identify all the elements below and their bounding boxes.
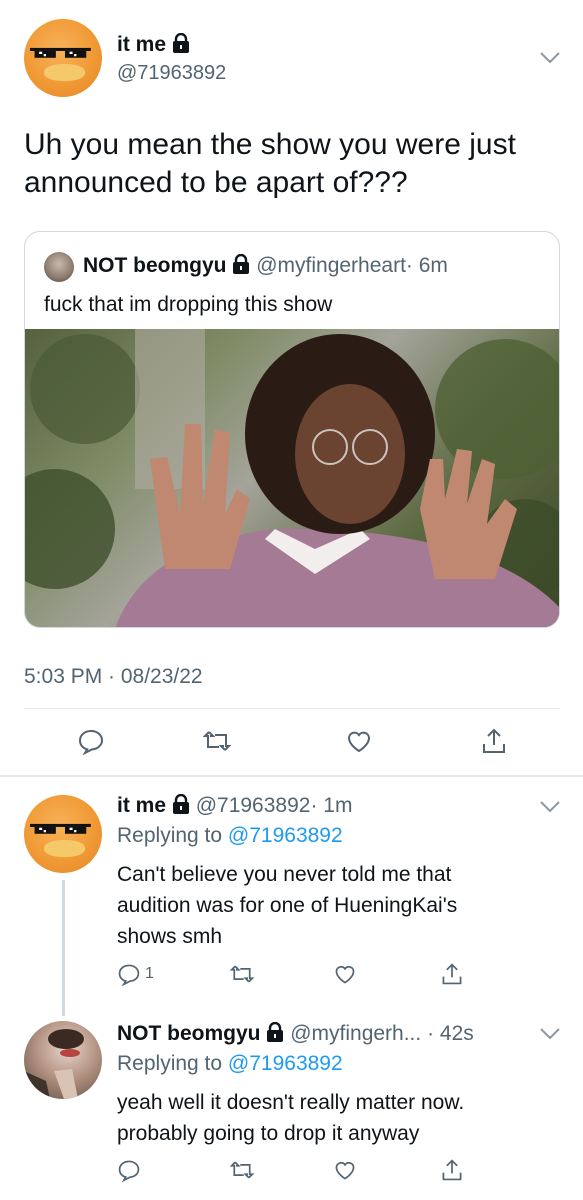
- chevron-down-icon[interactable]: [540, 801, 560, 813]
- like-button[interactable]: [333, 1158, 357, 1182]
- pixel-sunglasses-icon: [30, 823, 92, 834]
- thread-line: [62, 880, 65, 1016]
- reply-handle[interactable]: @myfingerh...: [290, 1022, 421, 1045]
- share-button[interactable]: [440, 1158, 464, 1182]
- avatar[interactable]: [24, 1021, 102, 1099]
- lock-icon: [233, 254, 250, 274]
- avatar[interactable]: [24, 795, 102, 873]
- retweet-button[interactable]: [203, 727, 231, 755]
- lock-icon: [172, 794, 189, 814]
- replying-to-label: Replying to: [117, 824, 223, 847]
- lock-icon: [267, 1022, 284, 1042]
- display-name[interactable]: it me: [117, 33, 166, 56]
- quoted-display-name: NOT beomgyu: [83, 254, 227, 277]
- reply-button[interactable]: 1: [117, 962, 154, 986]
- retweet-icon: [203, 731, 231, 751]
- chevron-down-icon[interactable]: [540, 1028, 560, 1040]
- reply-icon: [118, 1160, 140, 1182]
- share-icon: [442, 963, 462, 985]
- quoted-text: fuck that im dropping this show: [44, 293, 333, 316]
- retweet-button[interactable]: [230, 962, 254, 986]
- reply-time: · 1m: [310, 794, 353, 817]
- reply-text: Can't believe you never told me that aud…: [117, 863, 458, 948]
- retweet-icon: [230, 965, 254, 983]
- replying-to-link[interactable]: @71963892: [228, 1052, 343, 1075]
- duck-bill: [44, 64, 85, 82]
- quoted-handle: @myfingerheart: [256, 254, 406, 277]
- retweet-button[interactable]: [230, 1158, 254, 1182]
- heart-icon: [335, 1162, 355, 1180]
- handle[interactable]: @71963892: [117, 60, 226, 86]
- reply-icon: [78, 729, 104, 755]
- reply-icon: [118, 964, 140, 986]
- reply-time: · 42s: [427, 1022, 474, 1045]
- duck-bill: [44, 840, 85, 858]
- reply-display-name[interactable]: it me: [117, 794, 166, 817]
- quoted-tweet[interactable]: NOT beomgyu @myfingerheart· 6m fuck that…: [24, 231, 560, 628]
- avatar-photo: [24, 1029, 84, 1099]
- share-button[interactable]: [480, 727, 508, 755]
- like-button[interactable]: [345, 727, 373, 755]
- replying-to-link[interactable]: @71963892: [228, 824, 343, 847]
- retweet-icon: [230, 1161, 254, 1179]
- heart-icon: [347, 731, 371, 753]
- share-icon: [483, 728, 505, 753]
- quoted-media-image[interactable]: [25, 329, 559, 627]
- chevron-down-icon[interactable]: [540, 52, 560, 64]
- reply-button[interactable]: [77, 727, 105, 755]
- tweet-timestamp[interactable]: 5:03 PM · 08/23/22: [24, 664, 203, 690]
- heart-icon: [335, 966, 355, 984]
- replying-to-label: Replying to: [117, 1052, 223, 1075]
- reply-count: 1: [145, 965, 154, 982]
- tweet-text: Uh you mean the show you were just annou…: [24, 128, 516, 199]
- reply-handle[interactable]: @71963892: [196, 794, 311, 817]
- like-button[interactable]: [333, 962, 357, 986]
- share-button[interactable]: [440, 962, 464, 986]
- section-divider: [0, 775, 583, 777]
- reply-text: yeah well it doesn't really matter now. …: [117, 1091, 465, 1145]
- quoted-avatar: [44, 252, 74, 282]
- reply-button[interactable]: [117, 1158, 141, 1182]
- media-photo: [25, 329, 559, 627]
- share-icon: [442, 1159, 462, 1181]
- lock-icon: [172, 33, 189, 53]
- divider: [24, 708, 560, 709]
- avatar[interactable]: [24, 19, 102, 97]
- reply-display-name[interactable]: NOT beomgyu: [117, 1022, 261, 1045]
- pixel-sunglasses-icon: [30, 47, 92, 58]
- quoted-time: · 6m: [405, 254, 448, 277]
